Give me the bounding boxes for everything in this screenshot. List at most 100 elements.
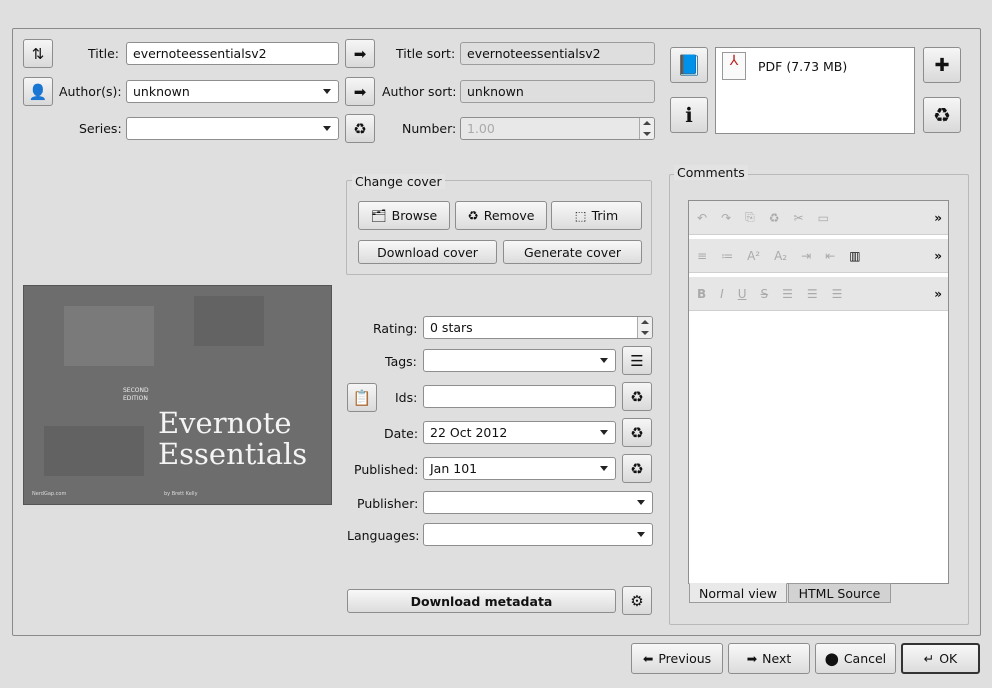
trim-icon: ⬚ (574, 208, 587, 223)
format-info-button[interactable]: ℹ (670, 97, 708, 133)
tags-label: Tags: (385, 354, 417, 369)
folder-icon: 🗂 (370, 207, 387, 223)
browse-label: Browse (391, 208, 438, 223)
columns-icon[interactable]: ▥ (849, 249, 860, 263)
author-combo[interactable]: unknown (126, 80, 339, 103)
download-metadata-button[interactable]: Download metadata (347, 589, 616, 613)
title-input[interactable]: evernoteessentialsv2 (126, 42, 339, 65)
next-button[interactable]: ➡ Next (728, 643, 810, 674)
recycle-icon[interactable]: ♻ (769, 211, 780, 225)
series-number-spinbox[interactable]: 1.00 (460, 117, 655, 140)
clipboard-icon: 📋 (352, 388, 372, 407)
align-right-icon[interactable]: ☰ (832, 287, 843, 301)
set-cover-from-format-button[interactable]: 📘 (670, 47, 708, 83)
cover-decoration (194, 296, 264, 346)
italic-icon[interactable]: I (720, 287, 724, 301)
cut-icon[interactable]: ✂ (794, 211, 804, 225)
align-left-icon[interactable]: ☰ (782, 287, 793, 301)
title-sort-label: Title sort: (396, 46, 456, 61)
ids-input[interactable] (423, 385, 616, 408)
spin-arrows[interactable] (637, 317, 652, 338)
tab-normal-view[interactable]: Normal view (689, 583, 787, 603)
pdf-icon: ⅄ (722, 52, 746, 80)
recycle-icon: ♻ (933, 103, 951, 127)
series-combo[interactable] (126, 117, 339, 140)
formats-list[interactable]: ⅄ PDF (7.73 MB) (715, 47, 915, 134)
tags-combo[interactable] (423, 349, 616, 372)
series-number-value: 1.00 (467, 121, 495, 136)
superscript-icon[interactable]: A² (747, 249, 760, 263)
change-cover-label: Change cover (352, 174, 445, 189)
next-label: Next (762, 651, 792, 666)
trim-cover-button[interactable]: ⬚ Trim (551, 201, 642, 230)
clear-series-button[interactable]: ♻ (345, 114, 375, 143)
arrow-right-icon: ➡ (746, 651, 758, 666)
browse-cover-button[interactable]: 🗂 Browse (358, 201, 450, 230)
clear-ids-button[interactable]: ♻ (622, 382, 652, 411)
published-edit[interactable]: Jan 101 (423, 457, 616, 480)
underline-icon[interactable]: U (738, 287, 747, 301)
ordered-list-icon[interactable]: ≡ (697, 249, 707, 263)
edit-tags-button[interactable]: ☰ (622, 346, 652, 375)
publisher-label: Publisher: (357, 496, 419, 511)
add-format-button[interactable]: ✚ (923, 47, 961, 83)
ids-label: Ids: (395, 390, 418, 405)
swap-title-author-button[interactable]: ⇅ (23, 39, 53, 68)
remove-format-button[interactable]: ♻ (923, 97, 961, 133)
author-sort-label: Author sort: (382, 84, 457, 99)
book-icon: 📘 (676, 53, 702, 77)
unordered-list-icon[interactable]: ≔ (721, 249, 733, 263)
number-label: Number: (402, 121, 457, 136)
align-center-icon[interactable]: ☰ (807, 287, 818, 301)
overflow-icon[interactable]: » (934, 211, 942, 225)
download-cover-button[interactable]: Download cover (358, 240, 497, 264)
arrow-right-icon: ➡ (353, 82, 367, 101)
publisher-combo[interactable] (423, 491, 653, 514)
clear-published-button[interactable]: ♻ (622, 454, 652, 483)
format-item-pdf[interactable]: PDF (7.73 MB) (758, 59, 847, 74)
clear-date-button[interactable]: ♻ (622, 418, 652, 447)
copy-icon[interactable]: ⎘ (745, 210, 755, 225)
metadata-sources-config-button[interactable]: ⚙ (622, 586, 652, 615)
copy-author-to-sort-button[interactable]: ➡ (345, 77, 375, 106)
recycle-icon: ♻ (630, 387, 644, 406)
spin-arrows[interactable] (639, 118, 654, 139)
copy-title-to-sort-button[interactable]: ➡ (345, 39, 375, 68)
tab-html-source[interactable]: HTML Source (788, 583, 891, 603)
comments-editor[interactable]: ↶ ↷ ⎘ ♻ ✂ ▭ » ≡ ≔ A² A₂ ⇥ ⇤ ▥ » B I U S ☰ ☰ ☰ » (688, 200, 949, 584)
generate-cover-button[interactable]: Generate cover (503, 240, 642, 264)
title-sort-input[interactable]: evernoteessentialsv2 (460, 42, 655, 65)
cover-decoration (44, 426, 144, 476)
cancel-label: Cancel (843, 651, 887, 666)
recycle-icon: ♻ (467, 208, 479, 223)
author-sort-input[interactable]: unknown (460, 80, 655, 103)
remove-label: Remove (483, 208, 535, 223)
languages-combo[interactable] (423, 523, 653, 546)
overflow-icon[interactable]: » (934, 287, 942, 301)
book-publisher: NerdGap.com (32, 491, 67, 497)
editor-toolbar-2: ≡ ≔ A² A₂ ⇥ ⇤ ▥ » (689, 239, 948, 273)
redo-icon[interactable]: ↷ (721, 211, 731, 225)
cancel-button[interactable]: ⬤ Cancel (815, 643, 896, 674)
subscript-icon[interactable]: A₂ (774, 249, 787, 263)
ok-button[interactable]: ↵ OK (901, 643, 980, 674)
rating-spinbox[interactable]: 0 stars (423, 316, 653, 339)
previous-button[interactable]: ⬅ Previous (631, 643, 723, 674)
undo-icon[interactable]: ↶ (697, 211, 707, 225)
previous-label: Previous (658, 651, 712, 666)
outdent-icon[interactable]: ⇤ (825, 249, 835, 263)
recycle-icon: ♻ (353, 119, 367, 138)
paste-isbn-button[interactable]: 📋 (347, 383, 377, 412)
overflow-icon[interactable]: » (934, 249, 942, 263)
list-icon: ☰ (630, 351, 644, 370)
indent-icon[interactable]: ⇥ (801, 249, 811, 263)
trim-label: Trim (591, 208, 619, 223)
date-edit[interactable]: 22 Oct 2012 (423, 421, 616, 444)
bold-icon[interactable]: B (697, 287, 706, 301)
manage-authors-button[interactable]: 👤 (23, 77, 53, 106)
book-title-line1: Evernote (158, 406, 292, 440)
remove-cover-button[interactable]: ♻ Remove (455, 201, 547, 230)
paste-icon[interactable]: ▭ (818, 211, 829, 225)
comments-label: Comments (674, 165, 748, 180)
strikethrough-icon[interactable]: S (761, 287, 769, 301)
